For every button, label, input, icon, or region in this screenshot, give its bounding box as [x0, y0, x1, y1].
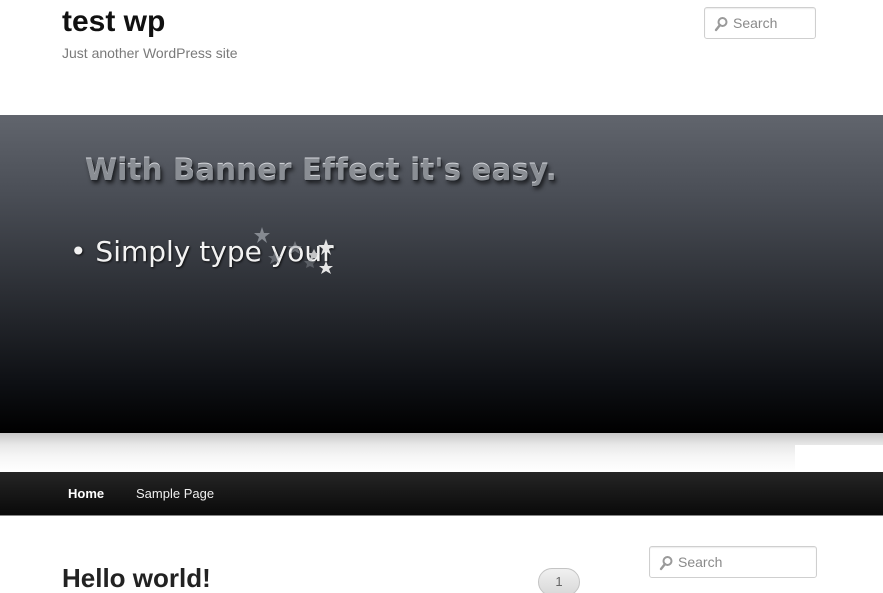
main-navigation: Home Sample Page	[0, 472, 883, 516]
site-description: Just another WordPress site	[62, 45, 238, 61]
banner: With Banner Effect it's easy. • Simply t…	[0, 115, 883, 433]
search-input[interactable]	[733, 8, 811, 38]
page: test wp Just another WordPress site With…	[0, 0, 883, 593]
header-search-box[interactable]	[704, 7, 816, 39]
nav-item-sample-page[interactable]: Sample Page	[136, 472, 214, 515]
search-icon	[659, 556, 673, 571]
search-icon	[714, 17, 728, 32]
nav-item-home[interactable]: Home	[68, 472, 104, 515]
comment-count-bubble[interactable]: 1	[538, 568, 580, 593]
sidebar-search-input[interactable]	[678, 547, 812, 577]
banner-headline: With Banner Effect it's easy.	[85, 153, 557, 187]
site-title[interactable]: test wp	[62, 4, 165, 40]
sparkle-icon	[254, 227, 334, 274]
sidebar-search-box[interactable]	[649, 546, 817, 578]
post-title[interactable]: Hello world!	[62, 562, 211, 593]
banner-reflection	[0, 433, 883, 472]
